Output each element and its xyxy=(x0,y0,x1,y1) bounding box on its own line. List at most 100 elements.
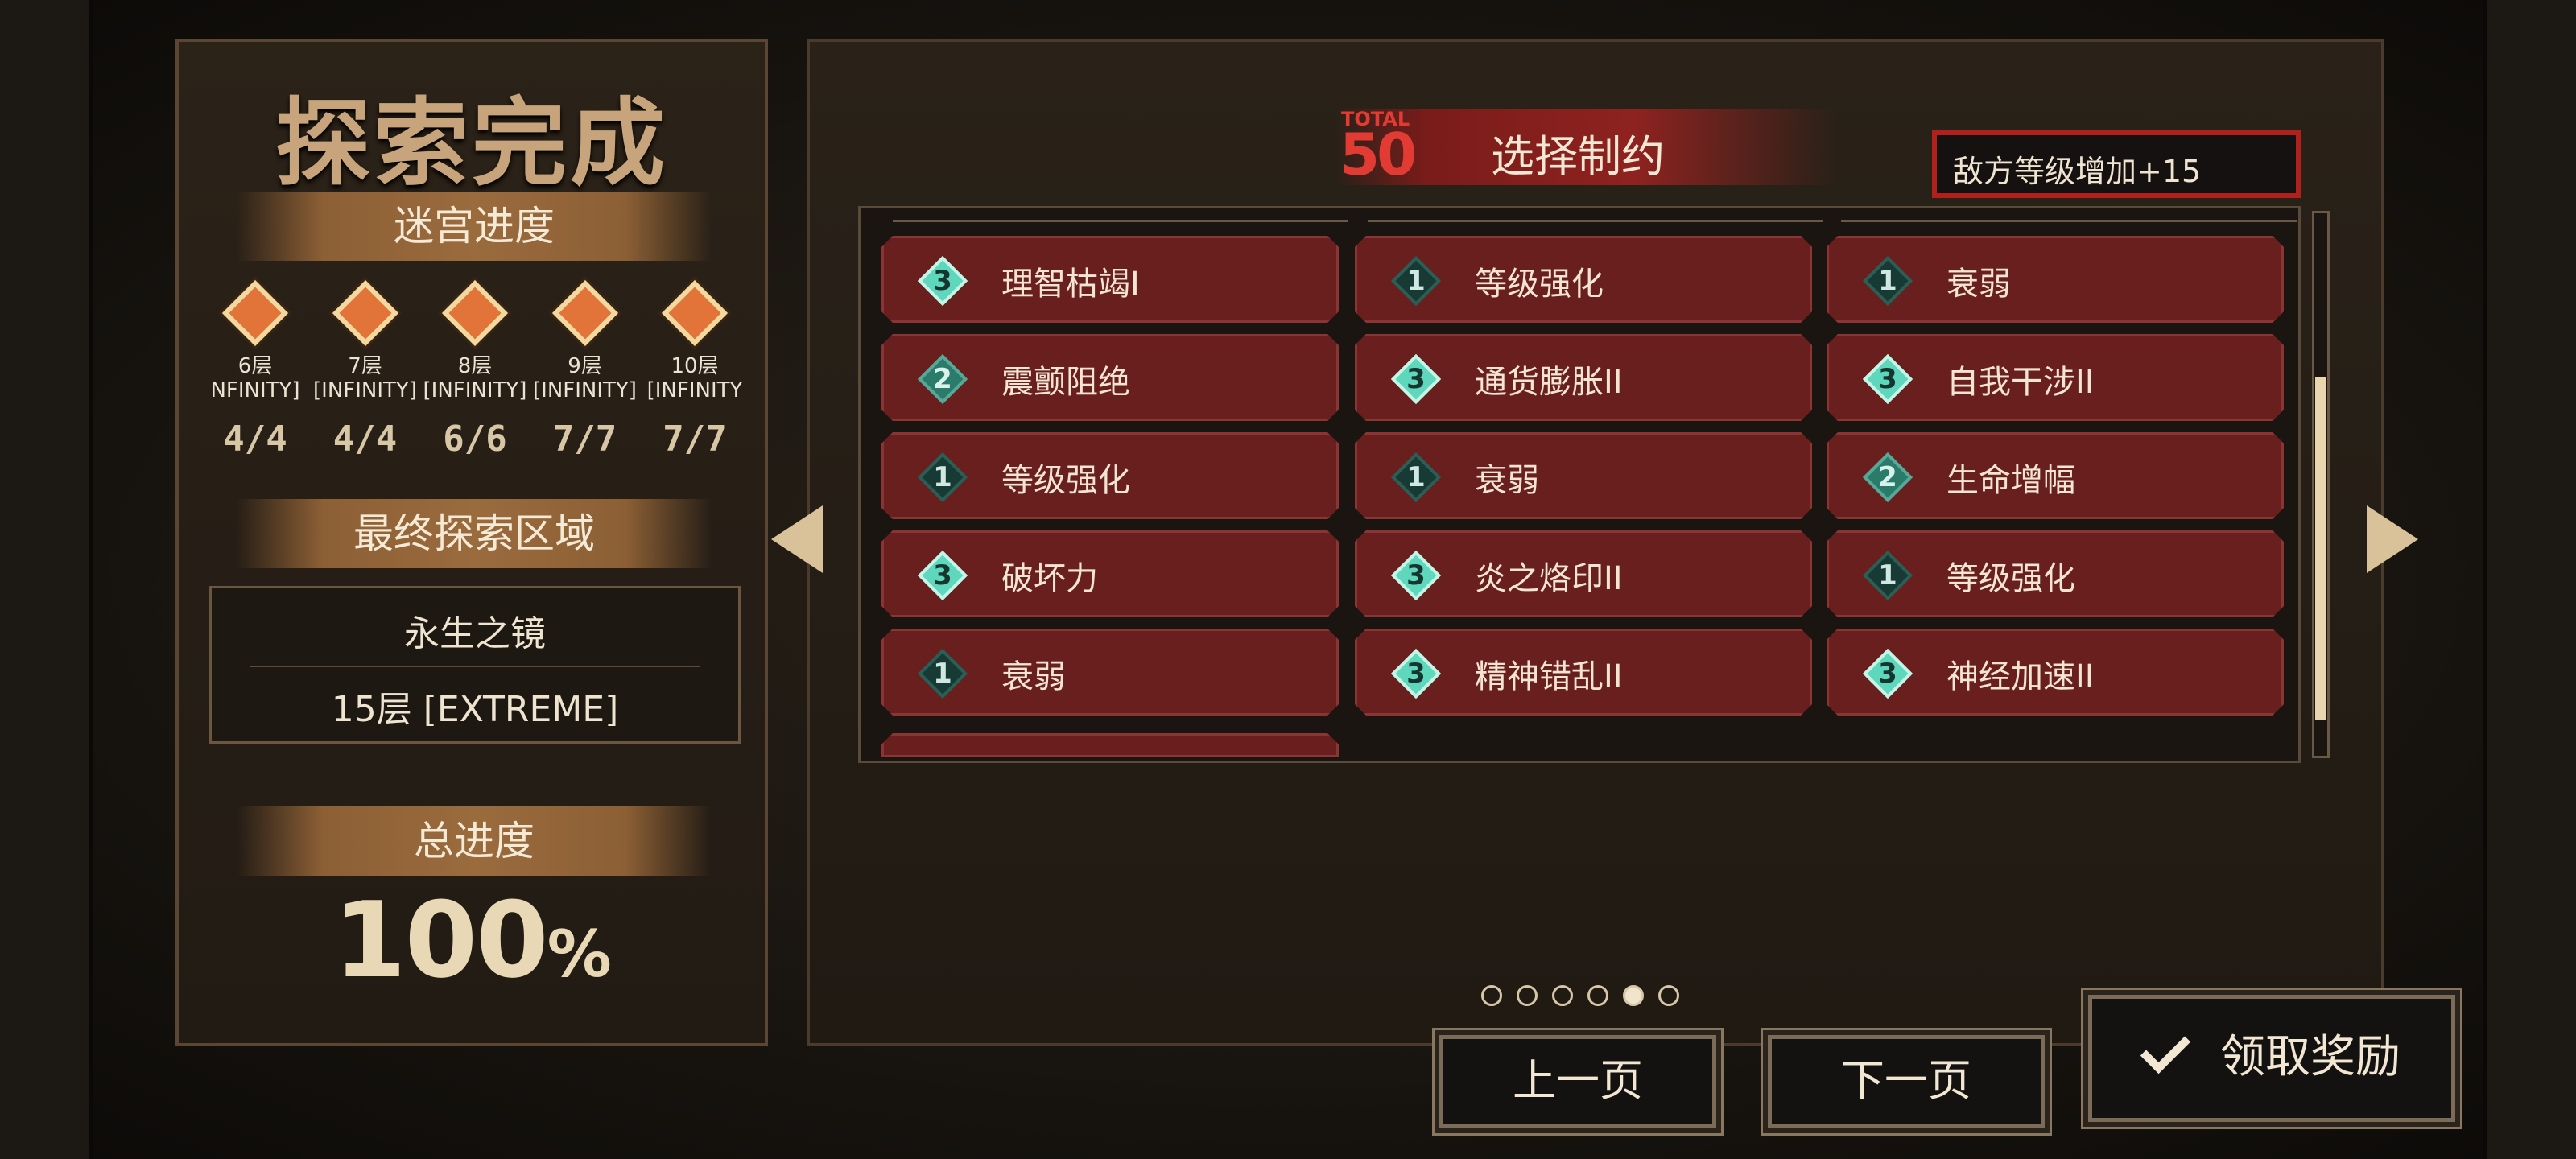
floor-item: 8层 [INFINITY] 6/6 xyxy=(423,279,527,505)
total-value: 50 xyxy=(1340,121,1417,188)
constraint-label: 衰弱 xyxy=(1946,266,2011,303)
floor-emblem-icon xyxy=(332,279,398,347)
constraint-tile[interactable]: 3 精神错乱II xyxy=(1355,629,1812,716)
page-dot-active[interactable] xyxy=(1623,985,1644,1006)
level-badge-icon: 1 xyxy=(917,648,968,699)
level-badge-icon: 3 xyxy=(1390,550,1442,601)
constraint-tile[interactable]: 3 理智枯竭I xyxy=(881,236,1339,323)
constraint-header-title: 选择制约 xyxy=(1491,131,1665,182)
page-title: 探索完成 xyxy=(275,88,668,199)
next-page-button[interactable]: 下一页 xyxy=(1768,1035,2045,1128)
floor-emblem-icon xyxy=(551,279,618,347)
floor-item: 9层 [INFINITY] 7/7 xyxy=(533,279,638,505)
constraint-tile[interactable]: 1 等级强化 xyxy=(1355,236,1812,323)
page-indicator xyxy=(1481,985,1679,1006)
constraint-tile[interactable]: 1 衰弱 xyxy=(1827,236,2284,323)
constraint-label: 等级强化 xyxy=(1001,462,1130,499)
divider xyxy=(250,666,700,667)
floor-mode: [INFINITY] xyxy=(313,378,417,402)
floor-mode: [INFINITY xyxy=(646,378,743,402)
level-badge-icon: 1 xyxy=(1390,255,1442,307)
claim-reward-label: 领取奖励 xyxy=(2220,1031,2401,1083)
final-area-name: 永生之镜 xyxy=(404,613,546,654)
level-badge-icon: 3 xyxy=(1862,353,1913,405)
prev-arrow-icon[interactable] xyxy=(771,505,823,573)
floor-emblem-icon xyxy=(441,279,509,347)
page-dot[interactable] xyxy=(1517,985,1538,1006)
constraint-label: 炎之烙印II xyxy=(1475,560,1623,597)
column-divider xyxy=(893,220,1348,222)
labyrinth-progress-header: 迷宫进度 xyxy=(237,192,712,261)
scrollbar-thumb[interactable] xyxy=(2315,377,2326,720)
constraint-label: 等级强化 xyxy=(1946,560,2075,597)
constraint-label: 精神错乱II xyxy=(1475,658,1623,695)
constraint-grid: 3 理智枯竭I 1 等级强化 1 衰弱 2 震颤阻绝 3 通货膨胀II 3 自我… xyxy=(858,206,2301,763)
floor-item: 6层 NFINITY] 4/4 xyxy=(203,279,308,505)
floor-emblem-icon xyxy=(661,279,729,347)
constraint-tile[interactable]: 2 震颤阻绝 xyxy=(881,334,1339,421)
floor-count: 7/7 xyxy=(552,419,617,460)
page-dot[interactable] xyxy=(1587,985,1608,1006)
prev-page-button[interactable]: 上一页 xyxy=(1439,1035,1716,1128)
floor-name: 10层 xyxy=(671,354,719,378)
constraint-tile[interactable]: 3 通货膨胀II xyxy=(1355,334,1812,421)
level-badge-icon: 2 xyxy=(1862,452,1913,503)
final-area-header: 最终探索区域 xyxy=(237,499,712,568)
level-badge-icon: 1 xyxy=(1862,550,1913,601)
floor-count: 7/7 xyxy=(663,419,727,460)
column-divider xyxy=(1368,220,1823,222)
floor-name: 6层 xyxy=(237,354,273,378)
constraint-tile[interactable]: 3 神经加速II xyxy=(1827,629,2284,716)
level-badge-icon: 3 xyxy=(1390,648,1442,699)
constraint-tile[interactable]: 1 等级强化 xyxy=(1827,530,2284,617)
floor-emblem-icon xyxy=(221,279,289,347)
current-constraint-box: 敌方等级增加+15 xyxy=(1932,130,2301,198)
floor-mode: [INFINITY] xyxy=(423,378,527,402)
constraint-label: 自我干涉II xyxy=(1946,364,2095,401)
floor-progress-list: 6层 NFINITY] 4/4 7层 [INFINITY] 4/4 8层 [IN… xyxy=(203,279,747,505)
floor-count: 6/6 xyxy=(443,419,507,460)
floor-name: 7层 xyxy=(348,354,382,378)
constraint-tile[interactable]: 1 衰弱 xyxy=(1355,432,1812,519)
claim-reward-button[interactable]: 领取奖励 xyxy=(2088,995,2455,1122)
floor-count: 4/4 xyxy=(332,419,398,460)
final-area-floor: 15层 [EXTREME] xyxy=(331,689,619,730)
floor-name: 8层 xyxy=(457,354,493,378)
page-dot[interactable] xyxy=(1481,985,1502,1006)
constraint-label: 生命增幅 xyxy=(1946,462,2075,499)
level-badge-icon: 3 xyxy=(1390,353,1442,405)
page-dot[interactable] xyxy=(1552,985,1573,1006)
constraint-tile[interactable]: 2 生命增幅 xyxy=(1827,432,2284,519)
total-progress-number: 100 xyxy=(333,879,548,1001)
level-badge-icon: 3 xyxy=(917,255,968,307)
floor-item: 10层 [INFINITY 7/7 xyxy=(642,279,747,505)
level-badge-icon: 1 xyxy=(1862,255,1913,307)
constraint-tile[interactable]: 1 衰弱 xyxy=(881,629,1339,716)
total-progress-value: 100% xyxy=(179,879,765,1001)
level-badge-icon: 1 xyxy=(1390,452,1442,503)
final-area-box: 永生之镜 15层 [EXTREME] xyxy=(209,586,741,744)
level-badge-icon: 3 xyxy=(1862,648,1913,699)
page-dot[interactable] xyxy=(1658,985,1679,1006)
constraint-tile[interactable]: 3 自我干涉II xyxy=(1827,334,2284,421)
constraint-label: 等级强化 xyxy=(1475,266,1604,303)
level-badge-icon: 1 xyxy=(917,452,968,503)
next-arrow-icon[interactable] xyxy=(2367,505,2418,573)
floor-name: 9层 xyxy=(568,354,602,378)
constraint-tile[interactable]: 3 炎之烙印II xyxy=(1355,530,1812,617)
constraint-label: 衰弱 xyxy=(1001,658,1066,695)
constraint-label: 衰弱 xyxy=(1475,462,1539,499)
level-badge-icon: 2 xyxy=(917,353,968,405)
constraint-tile[interactable]: 3 破坏力 xyxy=(881,530,1339,617)
floor-item: 7层 [INFINITY] 4/4 xyxy=(313,279,418,505)
constraint-tile-partial[interactable] xyxy=(881,733,1339,757)
right-frame-decoration xyxy=(2483,0,2576,1159)
constraint-label: 震颤阻绝 xyxy=(1001,364,1130,401)
floor-count: 4/4 xyxy=(223,419,287,460)
total-progress-header: 总进度 xyxy=(237,806,712,876)
checkmark-icon xyxy=(2140,1023,2191,1074)
constraint-label: 理智枯竭I xyxy=(1001,266,1140,303)
constraint-tile[interactable]: 1 等级强化 xyxy=(881,432,1339,519)
level-badge-icon: 3 xyxy=(917,550,968,601)
left-frame-decoration xyxy=(0,0,93,1159)
